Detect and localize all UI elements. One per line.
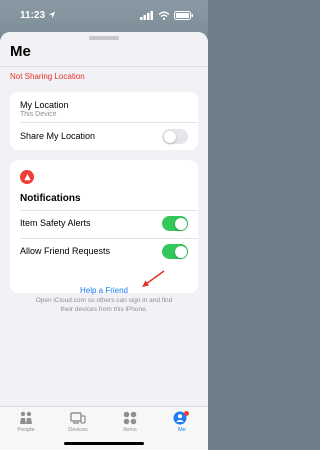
row-divider [20, 122, 198, 123]
tab-devices[interactable]: Devices [52, 411, 104, 439]
page-title: Me [10, 43, 31, 60]
not-sharing-status: Not Sharing Location [10, 72, 85, 81]
tab-me[interactable]: Me [156, 411, 208, 439]
home-indicator[interactable] [64, 442, 144, 445]
people-icon [20, 411, 32, 424]
notification-bell-icon [20, 170, 34, 184]
tab-label: Devices [68, 427, 88, 433]
status-time: 11:23 [20, 9, 46, 21]
tab-label: Items [123, 427, 137, 433]
tab-label: People [17, 427, 35, 433]
me-sheet: Me Not Sharing Location My Location This… [0, 32, 208, 450]
item-safety-label: Item Safety Alerts [20, 218, 91, 228]
location-card: My Location This Device Share My Locatio… [10, 92, 198, 150]
wifi-icon [158, 11, 170, 20]
my-location-device: This Device [20, 111, 57, 118]
row-divider [20, 210, 198, 211]
status-bar: 11:23 [0, 0, 208, 30]
cellular-signal-icon [140, 10, 153, 20]
tab-label: Me [178, 427, 186, 433]
devices-icon [70, 412, 86, 424]
sheet-grabber[interactable] [89, 36, 119, 40]
header-divider [0, 66, 208, 67]
tab-people[interactable]: People [0, 411, 52, 439]
friend-requests-toggle[interactable] [162, 244, 188, 259]
notifications-heading: Notifications [20, 193, 81, 204]
me-icon [173, 411, 189, 425]
my-location-label: My Location [20, 100, 69, 110]
notifications-card: Notifications Item Safety Alerts Allow F… [10, 160, 198, 293]
items-icon [123, 411, 137, 425]
share-location-toggle[interactable] [162, 129, 188, 144]
help-description: Open iCloud.com so others can sign in an… [35, 297, 173, 313]
help-a-friend-link[interactable]: Help a Friend [0, 286, 208, 295]
item-safety-toggle[interactable] [162, 216, 188, 231]
battery-icon [174, 10, 193, 20]
location-arrow-icon [48, 11, 56, 19]
share-location-label: Share My Location [20, 131, 96, 141]
row-divider [20, 238, 198, 239]
friend-requests-label: Allow Friend Requests [20, 246, 111, 256]
tab-items[interactable]: Items [104, 411, 156, 439]
